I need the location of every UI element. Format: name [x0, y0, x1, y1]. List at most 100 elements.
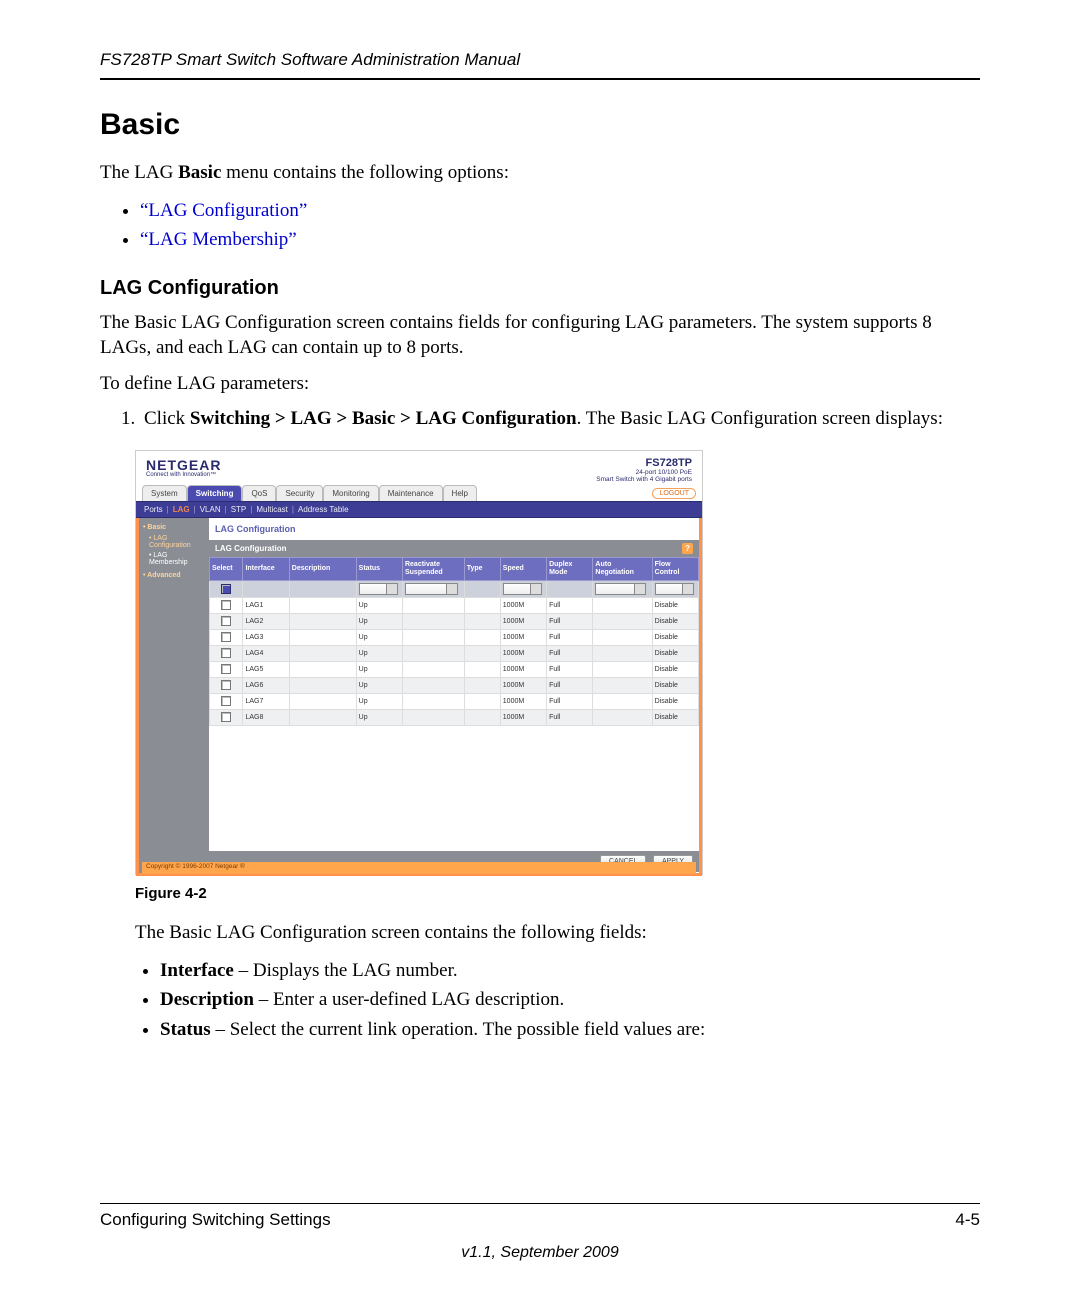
row-select[interactable]: [210, 693, 243, 709]
footer-left: Configuring Switching Settings: [100, 1210, 331, 1230]
field-interface: Interface – Displays the LAG number.: [160, 956, 980, 985]
table-row: LAG6Up1000MFullDisable: [210, 677, 699, 693]
sub-tab-multicast[interactable]: Multicast: [256, 505, 288, 514]
subtab-separator: |: [292, 505, 294, 514]
cell-type: [464, 597, 500, 613]
row-select[interactable]: [210, 645, 243, 661]
checkbox-icon: [221, 632, 231, 642]
sidebar-advanced-group[interactable]: • Advanced: [143, 572, 205, 579]
sidebar-basic-group[interactable]: • Basic: [143, 524, 205, 531]
cell-reactivate: [402, 661, 464, 677]
cell-flow: Disable: [652, 661, 698, 677]
table-row: LAG1Up1000MFullDisable: [210, 597, 699, 613]
input-cell[interactable]: [464, 580, 500, 597]
cell-autoneg: [593, 629, 652, 645]
main-tab-help[interactable]: Help: [443, 485, 477, 501]
footer-line: Configuring Switching Settings 4-5: [100, 1210, 980, 1230]
speed-dropdown[interactable]: [500, 580, 546, 597]
running-header: FS728TP Smart Switch Software Administra…: [100, 50, 980, 70]
page: FS728TP Smart Switch Software Administra…: [0, 0, 1080, 1296]
input-cell[interactable]: [289, 580, 356, 597]
cell-reactivate: [402, 677, 464, 693]
cell-status: Up: [356, 597, 402, 613]
col-description: Description: [289, 558, 356, 580]
link-lag-membership[interactable]: “LAG Membership”: [140, 225, 980, 254]
sub-tab-lag[interactable]: LAG: [173, 505, 190, 514]
cell-duplex: Full: [547, 677, 593, 693]
footer-right: 4-5: [955, 1210, 980, 1230]
cell-interface: LAG4: [243, 645, 289, 661]
select-all-cell[interactable]: [210, 580, 243, 597]
model-sub2: Smart Switch with 4 Gigabit ports: [596, 476, 692, 483]
main-tab-maintenance[interactable]: Maintenance: [379, 485, 443, 501]
dropdown-icon: [359, 583, 398, 595]
table-row: LAG5Up1000MFullDisable: [210, 661, 699, 677]
cell-flow: Disable: [652, 693, 698, 709]
autoneg-dropdown[interactable]: [593, 580, 652, 597]
sub-tab-stp[interactable]: STP: [231, 505, 247, 514]
cell-type: [464, 645, 500, 661]
row-select[interactable]: [210, 709, 243, 725]
cell-autoneg: [593, 661, 652, 677]
cell-description: [289, 645, 356, 661]
cell-status: Up: [356, 661, 402, 677]
cell-autoneg: [593, 693, 652, 709]
cell-description: [289, 677, 356, 693]
input-cell[interactable]: [243, 580, 289, 597]
cell-interface: LAG2: [243, 613, 289, 629]
box-header: LAG Configuration ?: [209, 540, 699, 557]
dropdown-icon: [655, 583, 694, 595]
cell-speed: 1000M: [500, 613, 546, 629]
cell-autoneg: [593, 613, 652, 629]
status-dropdown[interactable]: [356, 580, 402, 597]
main-tab-monitoring[interactable]: Monitoring: [323, 485, 378, 501]
logout-button[interactable]: LOGOUT: [652, 488, 696, 499]
row-select[interactable]: [210, 629, 243, 645]
sub-tab-vlan[interactable]: VLAN: [200, 505, 221, 514]
sidebar-item-lag-membership[interactable]: • LAG Membership: [149, 552, 205, 566]
link-lag-configuration[interactable]: “LAG Configuration”: [140, 196, 980, 225]
col-flow-control: Flow Control: [652, 558, 698, 580]
link-list: “LAG Configuration” “LAG Membership”: [100, 196, 980, 255]
cell-interface: LAG3: [243, 629, 289, 645]
input-cell[interactable]: [547, 580, 593, 597]
row-select[interactable]: [210, 661, 243, 677]
cell-duplex: Full: [547, 693, 593, 709]
step1-bold: Switching > LAG > Basic > LAG Configurat…: [190, 408, 577, 429]
sidebar-item-lag-configuration[interactable]: • LAG Configuration: [149, 535, 205, 549]
main-tab-qos[interactable]: QoS: [242, 485, 276, 501]
row-select[interactable]: [210, 597, 243, 613]
cell-duplex: Full: [547, 645, 593, 661]
section-heading: Basic: [100, 108, 980, 142]
reactivate-dropdown[interactable]: [402, 580, 464, 597]
cell-reactivate: [402, 629, 464, 645]
cell-flow: Disable: [652, 645, 698, 661]
col-reactivate-suspended: Reactivate Suspended: [402, 558, 464, 580]
sub-tab-address-table[interactable]: Address Table: [298, 505, 349, 514]
intro-paragraph: The LAG Basic menu contains the followin…: [100, 160, 980, 186]
cell-speed: 1000M: [500, 709, 546, 725]
cell-type: [464, 693, 500, 709]
cell-interface: LAG8: [243, 709, 289, 725]
col-type: Type: [464, 558, 500, 580]
field-name: Description: [160, 989, 254, 1010]
main-tab-switching[interactable]: Switching: [187, 485, 243, 501]
sub-tabs: Ports|LAG|VLAN|STP|Multicast|Address Tab…: [136, 501, 702, 518]
checkbox-icon: [221, 664, 231, 674]
field-desc: – Displays the LAG number.: [234, 960, 458, 981]
field-desc: – Enter a user-defined LAG description.: [254, 989, 564, 1010]
main-tab-security[interactable]: Security: [276, 485, 323, 501]
help-icon[interactable]: ?: [682, 543, 693, 554]
step-1: Click Switching > LAG > Basic > LAG Conf…: [140, 406, 980, 432]
table-header-row: SelectInterfaceDescriptionStatusReactiva…: [210, 558, 699, 580]
main-tab-system[interactable]: System: [142, 485, 187, 501]
flow-dropdown[interactable]: [652, 580, 698, 597]
row-select[interactable]: [210, 677, 243, 693]
sub-tab-ports[interactable]: Ports: [144, 505, 163, 514]
cell-autoneg: [593, 597, 652, 613]
intro-bold: Basic: [178, 162, 221, 183]
row-select[interactable]: [210, 613, 243, 629]
table-row: LAG3Up1000MFullDisable: [210, 629, 699, 645]
dropdown-icon: [405, 583, 458, 595]
step1-prefix: Click: [144, 408, 190, 429]
